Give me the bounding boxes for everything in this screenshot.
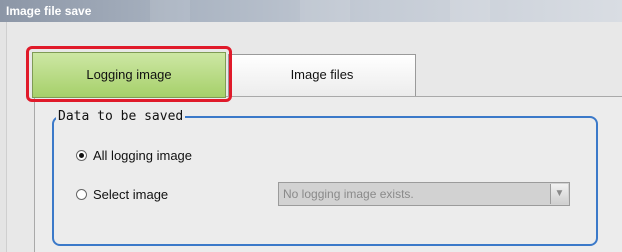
title-bar: Image file save: [0, 0, 622, 22]
radio-label: Select image: [93, 187, 169, 202]
select-value: No logging image exists.: [283, 187, 414, 201]
chevron-down-icon[interactable]: ▼: [550, 184, 568, 204]
data-to-be-saved-group: [52, 116, 598, 246]
radio-label: All logging image: [93, 148, 193, 163]
window-title: Image file save: [6, 4, 92, 18]
group-legend: Data to be saved: [56, 109, 186, 124]
radio-unchecked-icon: [76, 189, 87, 200]
radio-select-image[interactable]: Select image: [76, 187, 168, 202]
radio-checked-icon: [76, 150, 87, 161]
radio-all-logging-image[interactable]: All logging image: [76, 148, 192, 163]
tab-image-files[interactable]: Image files: [228, 54, 416, 96]
logging-image-select[interactable]: No logging image exists. ▼: [278, 182, 570, 206]
highlight-frame: [26, 46, 232, 102]
image-file-save-window: Image file save Image files Logging imag…: [0, 0, 622, 252]
